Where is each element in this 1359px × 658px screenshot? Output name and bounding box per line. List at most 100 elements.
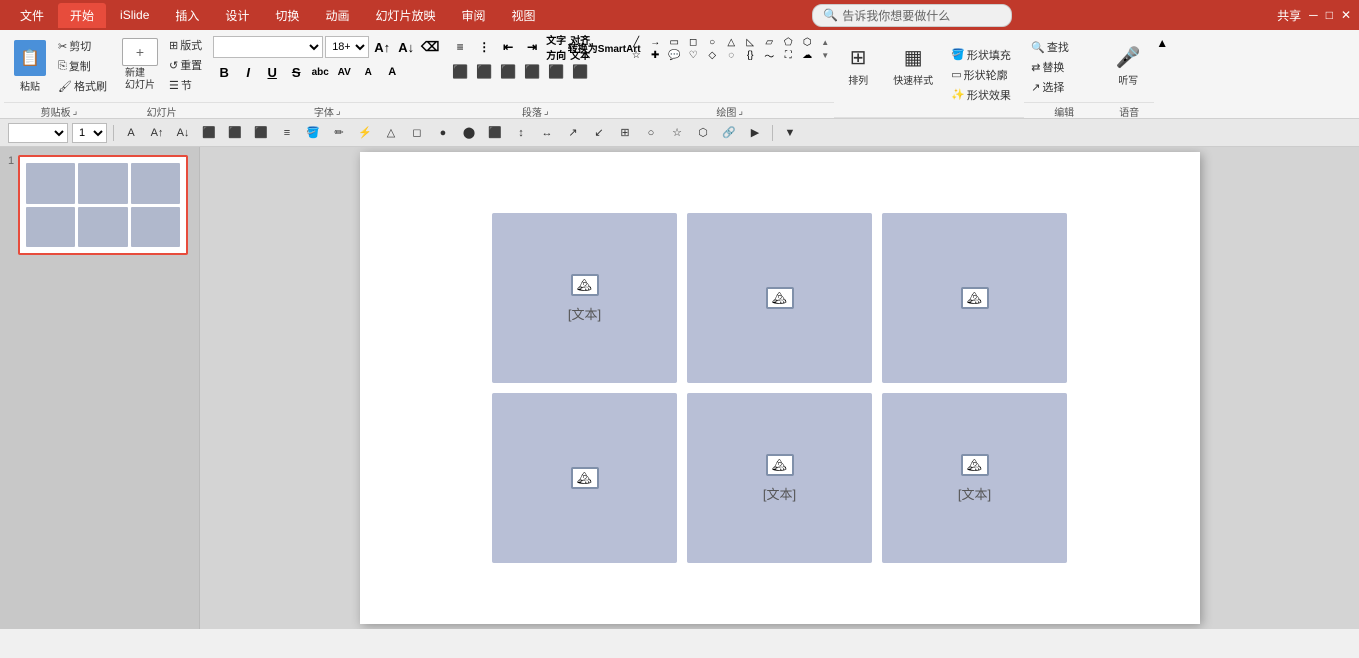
qt-tool-m[interactable]: ☆	[666, 122, 688, 144]
shape-arrow[interactable]: →	[648, 36, 662, 48]
clear-format-button[interactable]: ⌫	[419, 36, 441, 58]
align-center-button[interactable]: ⬛	[473, 61, 495, 83]
clipboard-group-label[interactable]: 剪贴板 ⌟	[4, 102, 114, 120]
layout-button[interactable]: ⊞ 版式	[166, 36, 205, 54]
format-painter-button[interactable]: 🖌 格式刷	[55, 77, 110, 95]
tab-islide[interactable]: iSlide	[108, 4, 161, 26]
slide-thumbnail-1[interactable]	[18, 155, 188, 255]
photo-cell-1[interactable]: [文本]	[492, 213, 677, 383]
underline-button[interactable]: U	[261, 61, 283, 83]
qt-tool-f[interactable]: ⬛	[484, 122, 506, 144]
tab-file[interactable]: 文件	[8, 3, 56, 28]
tab-insert[interactable]: 插入	[163, 3, 211, 28]
replace-button[interactable]: ⇄ 替换	[1028, 58, 1067, 76]
qt-tool-l[interactable]: ○	[640, 122, 662, 144]
search-bar[interactable]: 🔍 告诉我你想要做什么	[812, 4, 1012, 27]
select-button[interactable]: ↗ 选择	[1028, 78, 1067, 96]
find-button[interactable]: 🔍 查找	[1028, 38, 1072, 56]
color-fill-qt[interactable]: 🪣	[302, 122, 324, 144]
shape-circle[interactable]: ○	[705, 36, 719, 48]
font-color-button[interactable]: A	[357, 61, 379, 83]
shape-cross[interactable]: ✚	[648, 49, 662, 61]
shape-rect[interactable]: ▭	[667, 36, 681, 48]
tab-review[interactable]: 审阅	[449, 3, 497, 28]
tab-slideshow[interactable]: 幻灯片放映	[363, 3, 447, 28]
qt-tool-c[interactable]: ◻	[406, 122, 428, 144]
qt-tool-p[interactable]: ▶	[744, 122, 766, 144]
shape-rtriangle[interactable]: ◺	[743, 36, 757, 48]
slides-group-label[interactable]: 幻灯片	[114, 102, 209, 120]
font-family-select[interactable]	[213, 36, 323, 58]
window-minimize[interactable]: ─	[1309, 8, 1318, 22]
dictate-button[interactable]: 🎤 听写	[1108, 36, 1148, 96]
shapes-scroll-up[interactable]: ▲	[820, 38, 830, 47]
strikethrough-button[interactable]: S	[285, 61, 307, 83]
new-slide-button[interactable]: + 新建幻灯片	[118, 36, 162, 94]
paste-button[interactable]: 📋 粘贴	[8, 36, 52, 96]
quick-styles-button[interactable]: ▦ 快速样式	[888, 36, 938, 96]
shape-pentagon[interactable]: ⬠	[781, 36, 795, 48]
shape-parallelogram[interactable]: ▱	[762, 36, 776, 48]
tab-transitions[interactable]: 切换	[263, 3, 311, 28]
draw-tool-2[interactable]: A↑	[146, 122, 168, 144]
shape-line[interactable]: ╱	[629, 36, 643, 48]
text-direction-button[interactable]: 文字方向	[545, 36, 567, 58]
slide-canvas[interactable]: [文本] [文本]	[360, 152, 1200, 624]
shape-outline-button[interactable]: ▭ 形状轮廓	[948, 66, 1010, 84]
page-select[interactable]: 1	[72, 123, 107, 143]
qt-tool-g[interactable]: ↕	[510, 122, 532, 144]
section-button[interactable]: ☰ 节	[166, 76, 205, 94]
shape-callout[interactable]: 💬	[667, 49, 681, 61]
qt-tool-a[interactable]: ⚡	[354, 122, 376, 144]
window-restore[interactable]: □	[1326, 8, 1333, 22]
qt-tool-j[interactable]: ↙	[588, 122, 610, 144]
shape-moon[interactable]: ◌	[724, 49, 738, 61]
photo-cell-4[interactable]	[492, 393, 677, 563]
drawing-group-label[interactable]: 绘图 ⌟	[625, 102, 834, 120]
shape-wave[interactable]: 〜	[762, 49, 776, 61]
tab-design[interactable]: 设计	[213, 3, 261, 28]
qt-more[interactable]: ▼	[779, 122, 801, 144]
align-left-qt[interactable]: ⬛	[198, 122, 220, 144]
italic-button[interactable]: I	[237, 61, 259, 83]
shape-cloud[interactable]: ☁	[800, 49, 814, 61]
tab-home[interactable]: 开始	[58, 3, 106, 28]
photo-cell-6[interactable]: [文本]	[882, 393, 1067, 563]
char-spacing-button[interactable]: AV	[333, 61, 355, 83]
qt-tool-e[interactable]: ⬤	[458, 122, 480, 144]
tab-animations[interactable]: 动画	[313, 3, 361, 28]
decrease-indent-button[interactable]: ⇤	[497, 36, 519, 58]
stroke-qt[interactable]: ✏	[328, 122, 350, 144]
bold-button[interactable]: B	[213, 61, 235, 83]
qt-tool-k[interactable]: ⊞	[614, 122, 636, 144]
decrease-font-button[interactable]: A↓	[395, 36, 417, 58]
align-left-button[interactable]: ⬛	[449, 61, 471, 83]
shape-rect2[interactable]: ◻	[686, 36, 700, 48]
window-close[interactable]: ✕	[1341, 8, 1351, 22]
shape-hex[interactable]: ⬡	[800, 36, 814, 48]
numbered-list-button[interactable]: ⋮	[473, 36, 495, 58]
qt-tool-i[interactable]: ↗	[562, 122, 584, 144]
smartart-button[interactable]: 转换为SmartArt	[593, 36, 615, 58]
shadow-button[interactable]: abc	[309, 61, 331, 83]
qt-tool-o[interactable]: 🔗	[718, 122, 740, 144]
photo-cell-5[interactable]: [文本]	[687, 393, 872, 563]
shape-ribbon[interactable]: ⛶	[781, 49, 795, 61]
draw-tool-1[interactable]: A	[120, 122, 142, 144]
copy-button[interactable]: ⎘ 复制	[55, 57, 110, 75]
font-size-select[interactable]: 18+	[325, 36, 369, 58]
photo-cell-3[interactable]	[882, 213, 1067, 383]
align-center-qt[interactable]: ⬛	[224, 122, 246, 144]
shape-star[interactable]: ☆	[629, 49, 643, 61]
cut-button[interactable]: ✂ 剪切	[55, 37, 110, 55]
increase-indent-button[interactable]: ⇥	[521, 36, 543, 58]
align-right-qt[interactable]: ⬛	[250, 122, 272, 144]
zoom-select[interactable]	[8, 123, 68, 143]
reset-button[interactable]: ↺ 重置	[166, 56, 205, 74]
qt-tool-b[interactable]: △	[380, 122, 402, 144]
line-spacing-button[interactable]: ⬛	[569, 61, 591, 83]
shape-effect-button[interactable]: ✨ 形状效果	[948, 86, 1014, 104]
font-group-label[interactable]: 字体 ⌟	[209, 102, 445, 120]
align-right-button[interactable]: ⬛	[497, 61, 519, 83]
arrange-button[interactable]: ⊞ 排列	[838, 36, 878, 96]
